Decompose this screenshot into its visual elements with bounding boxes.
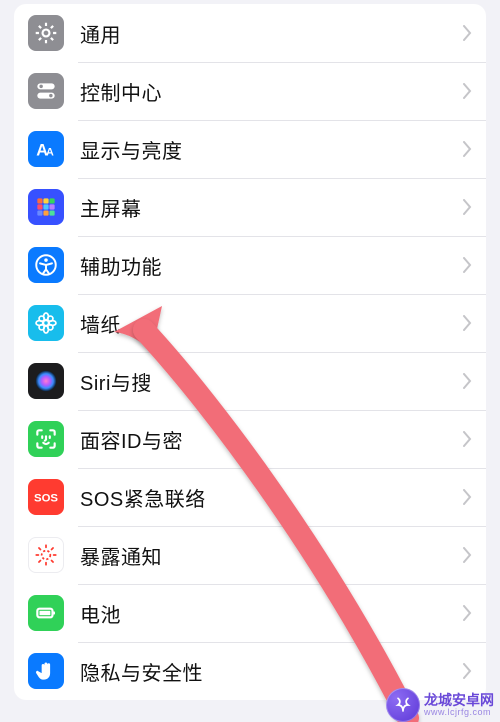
settings-item-label: 主屏幕	[80, 193, 462, 222]
settings-item-label: 控制中心	[80, 77, 462, 106]
gear-icon	[28, 15, 64, 51]
chevron-right-icon	[462, 83, 472, 99]
watermark: 龙城安卓网 www.lcjrfg.com	[386, 688, 494, 722]
settings-item-label: 面容ID与密	[80, 425, 462, 454]
svg-text:A: A	[46, 147, 54, 159]
chevron-right-icon	[462, 315, 472, 331]
chevron-right-icon	[462, 605, 472, 621]
chevron-right-icon	[462, 25, 472, 41]
settings-item-label: 显示与亮度	[80, 135, 462, 164]
settings-item-battery[interactable]: 电池	[14, 584, 486, 642]
settings-item-label: SOS紧急联络	[80, 483, 462, 512]
settings-item-label: 辅助功能	[80, 251, 462, 280]
watermark-title: 龙城安卓网	[424, 693, 494, 708]
settings-item-home-screen[interactable]: 主屏幕	[14, 178, 486, 236]
faceid-icon	[28, 421, 64, 457]
exposure-icon	[28, 537, 64, 573]
sos-icon: SOS	[28, 479, 64, 515]
settings-item-exposure[interactable]: 暴露通知	[14, 526, 486, 584]
chevron-right-icon	[462, 141, 472, 157]
chevron-right-icon	[462, 489, 472, 505]
grid-icon	[28, 189, 64, 225]
settings-item-label: 通用	[80, 19, 462, 48]
battery-icon	[28, 595, 64, 631]
settings-item-control-center[interactable]: 控制中心	[14, 62, 486, 120]
switches-icon	[28, 73, 64, 109]
settings-item-display[interactable]: A A 显示与亮度	[14, 120, 486, 178]
settings-item-siri[interactable]: Siri与搜	[14, 352, 486, 410]
chevron-right-icon	[462, 547, 472, 563]
settings-item-accessibility[interactable]: 辅助功能	[14, 236, 486, 294]
settings-item-label: 电池	[80, 599, 462, 628]
watermark-logo-icon	[386, 688, 420, 722]
siri-icon	[28, 363, 64, 399]
watermark-url: www.lcjrfg.com	[424, 708, 494, 717]
flower-icon	[28, 305, 64, 341]
chevron-right-icon	[462, 431, 472, 447]
settings-item-label: 暴露通知	[80, 541, 462, 570]
settings-item-wallpaper[interactable]: 墙纸	[14, 294, 486, 352]
svg-text:SOS: SOS	[34, 492, 58, 504]
settings-item-label: 墙纸	[80, 309, 462, 338]
chevron-right-icon	[462, 199, 472, 215]
chevron-right-icon	[462, 257, 472, 273]
chevron-right-icon	[462, 373, 472, 389]
settings-item-label: 隐私与安全性	[80, 657, 462, 686]
hand-icon	[28, 653, 64, 689]
settings-item-sos[interactable]: SOS SOS紧急联络	[14, 468, 486, 526]
settings-item-label: Siri与搜	[80, 367, 462, 396]
text-size-icon: A A	[28, 131, 64, 167]
settings-list: 通用 控制中心 A A 显示与亮度	[14, 4, 486, 700]
accessibility-icon	[28, 247, 64, 283]
settings-item-general[interactable]: 通用	[14, 4, 486, 62]
settings-item-faceid[interactable]: 面容ID与密	[14, 410, 486, 468]
chevron-right-icon	[462, 663, 472, 679]
